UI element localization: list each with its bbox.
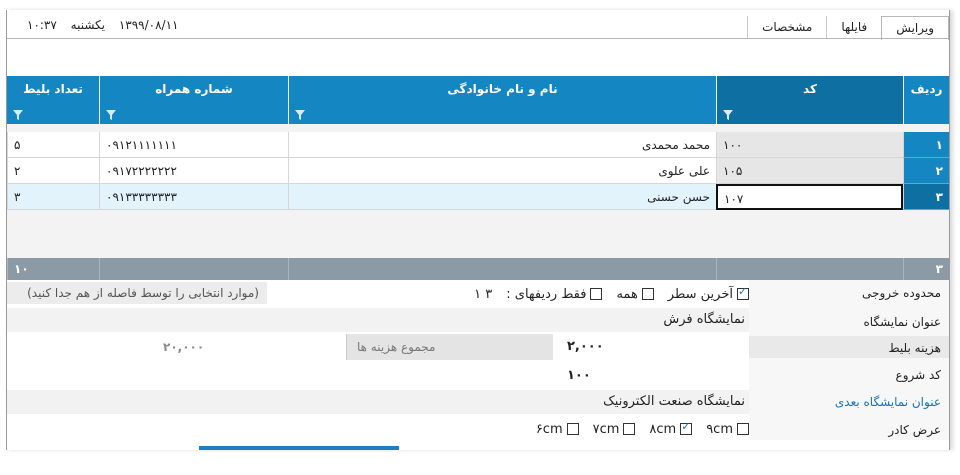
checkbox-icon[interactable]	[623, 423, 636, 435]
filter-icon[interactable]	[723, 110, 733, 120]
exhibition-title-label: عنوان نمایشگاه	[863, 315, 942, 329]
row-number[interactable]: ۳	[903, 184, 949, 210]
col-header-tickets[interactable]: تعداد بلیط	[7, 76, 99, 124]
col-header-code-label: کد	[803, 82, 817, 96]
filter-icon[interactable]	[13, 110, 23, 120]
col-header-name[interactable]: نام و نام خانوادگی	[289, 76, 716, 124]
col-header-phone[interactable]: شماره همراه	[100, 76, 288, 124]
option-rows-only-label: فقط ردیفهای :	[506, 286, 587, 302]
width-option-8cm[interactable]: ۸cm	[649, 420, 693, 437]
col-header-code[interactable]: کد	[717, 76, 903, 124]
action-button-partial[interactable]	[199, 446, 399, 450]
ticket-cost-input[interactable]: ۲,۰۰۰	[553, 334, 749, 360]
code-cell[interactable]: ۱۰۵	[716, 158, 903, 184]
tab-bar: ویرایش فایلها مشخصات	[747, 16, 949, 40]
col-header-name-label: نام و نام خانوادگی	[447, 82, 558, 96]
output-range-options: آخرین سطر همه فقط ردیفهای : ۳ ۱	[189, 284, 749, 304]
col-header-row[interactable]: ردیف	[904, 76, 949, 124]
tab-specifications[interactable]: مشخصات	[747, 16, 826, 38]
datetime-display: ۱۳۹۹/۰۸/۱۱ یکشنبه ۱۰:۳۷	[17, 18, 179, 32]
settings-form: محدوده خروجی عنوان نمایشگاه هزینه بلیط ک…	[7, 280, 949, 450]
width-option-label: ۹cm	[706, 421, 733, 437]
name-cell[interactable]: علی علوی	[288, 158, 716, 184]
exhibition-title-input[interactable]: نمایشگاه فرش	[7, 308, 749, 332]
col-header-tickets-label: تعداد بلیط	[23, 82, 83, 96]
weekday-text: یکشنبه	[70, 18, 106, 32]
phone-cell[interactable]: ۰۹۱۷۲۲۲۲۲۲۲	[99, 158, 288, 184]
footer-phone	[99, 258, 288, 280]
tickets-cell[interactable]: ۳	[7, 184, 99, 210]
width-option-label: ۸cm	[649, 421, 677, 437]
code-cell[interactable]: ۱۰۰	[716, 132, 903, 158]
checkbox-icon[interactable]	[566, 423, 579, 435]
rows-input[interactable]: ۳ ۱	[474, 287, 492, 302]
checkbox-icon[interactable]	[737, 423, 749, 435]
filter-icon[interactable]	[295, 110, 305, 120]
frame-width-options: ۹cm ۸cm ۷cm ۶cm	[449, 418, 749, 440]
tab-edit[interactable]: ویرایش	[881, 16, 949, 40]
next-exhibition-label[interactable]: عنوان نمایشگاه بعدی	[749, 395, 949, 409]
checkbox-icon[interactable]	[680, 420, 693, 435]
row-number[interactable]: ۲	[903, 158, 949, 184]
label-column	[749, 280, 949, 440]
width-option-label: ۶cm	[535, 421, 563, 437]
col-header-row-label: ردیف	[910, 82, 943, 96]
footer-row-count: ۳	[903, 258, 949, 280]
output-range-label: محدوده خروجی	[862, 286, 941, 300]
name-cell[interactable]: محمد محمدی	[288, 132, 716, 158]
total-cost-value: ۲۰,۰۰۰	[157, 334, 347, 360]
option-last-row-label: آخرین سطر	[667, 286, 733, 302]
width-option-7cm[interactable]: ۷cm	[593, 422, 636, 437]
phone-cell[interactable]: ۰۹۱۲۱۱۱۱۱۱۱	[99, 132, 288, 158]
option-all[interactable]: همه	[616, 286, 654, 302]
footer-code	[716, 258, 903, 280]
col-header-phone-label: شماره همراه	[155, 82, 233, 96]
checkbox-icon[interactable]	[590, 288, 603, 300]
phone-cell[interactable]: ۰۹۱۳۳۳۳۳۳۳۳	[99, 184, 288, 210]
width-option-6cm[interactable]: ۶cm	[536, 422, 579, 437]
option-rows-only[interactable]: فقط ردیفهای :	[506, 286, 603, 302]
name-cell[interactable]: حسن حسنی	[288, 184, 716, 210]
tickets-cell[interactable]: ۲	[7, 158, 99, 184]
start-code-label: کد شروع	[895, 368, 941, 382]
rows-hint: (موارد انتخابی را توسط فاصله از هم جدا ک…	[7, 282, 267, 304]
date-text: ۱۳۹۹/۰۸/۱۱	[118, 18, 179, 32]
footer-tickets-total: ۱۰	[7, 258, 99, 280]
data-grid: ردیف کد نام و نام خانوادگی شماره همراه ت…	[7, 76, 949, 280]
app-window: ویرایش فایلها مشخصات ۱۳۹۹/۰۸/۱۱ یکشنبه ۱…	[6, 10, 950, 450]
tab-divider	[7, 38, 949, 39]
footer-name	[288, 258, 716, 280]
time-text: ۱۰:۳۷	[27, 18, 57, 32]
option-last-row[interactable]: آخرین سطر	[667, 285, 749, 302]
frame-width-label: عرض کادر	[888, 423, 941, 437]
total-cost-label: مجموع هزینه ها	[347, 334, 553, 360]
start-code-input[interactable]: ۱۰۰	[553, 364, 749, 388]
row-number[interactable]: ۱	[903, 132, 949, 158]
width-option-label: ۷cm	[592, 421, 620, 437]
tickets-cell[interactable]: ۵	[7, 132, 99, 158]
checkbox-icon[interactable]	[737, 285, 749, 300]
filter-icon[interactable]	[106, 110, 116, 120]
code-cell-active[interactable]: ۱۰۷	[716, 184, 903, 210]
width-option-9cm[interactable]: ۹cm	[706, 422, 749, 437]
tab-files[interactable]: فایلها	[826, 16, 881, 38]
ticket-cost-label: هزینه بلیط	[888, 341, 941, 355]
checkbox-icon[interactable]	[641, 288, 654, 300]
option-all-label: همه	[616, 286, 638, 302]
next-exhibition-input[interactable]: نمایشگاه صنعت الکترونیک	[7, 390, 749, 414]
